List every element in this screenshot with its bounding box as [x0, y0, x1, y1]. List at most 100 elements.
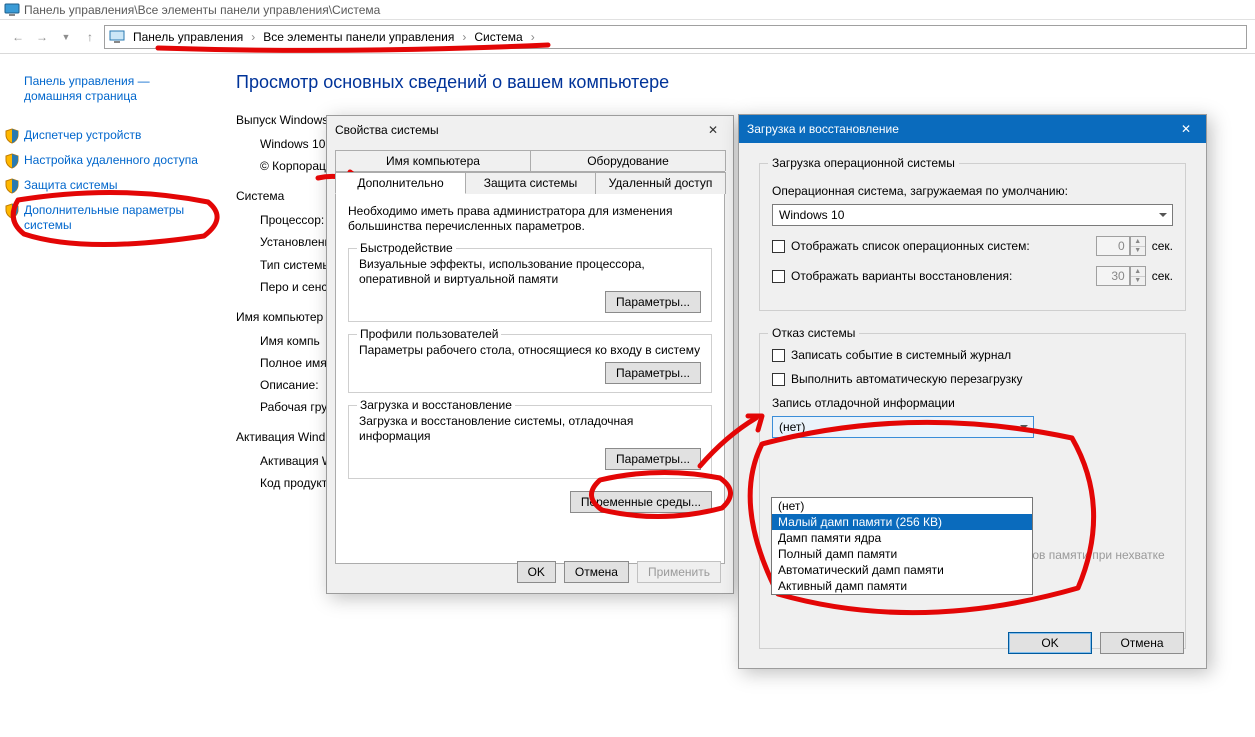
tab-advanced[interactable]: Дополнительно — [335, 172, 466, 194]
sidebar-link-label: Защита системы — [24, 178, 117, 192]
show-os-list-label: Отображать список операционных систем: — [791, 239, 1090, 253]
dialog-buttons: OK Отмена — [1008, 632, 1184, 654]
debug-option[interactable]: Автоматический дамп памяти — [772, 562, 1032, 578]
log-event-checkbox[interactable] — [772, 349, 785, 362]
group-title: Загрузка и восстановление — [357, 398, 515, 412]
profiles-settings-button[interactable]: Параметры... — [605, 362, 701, 384]
performance-group: Быстродействие Визуальные эффекты, испол… — [348, 248, 712, 322]
dialog-titlebar[interactable]: Загрузка и восстановление ✕ — [739, 115, 1206, 143]
tab-remote[interactable]: Удаленный доступ — [595, 172, 726, 194]
group-title: Быстродействие — [357, 241, 456, 255]
debug-option[interactable]: (нет) — [772, 498, 1032, 514]
chevron-right-icon: › — [456, 30, 472, 44]
profiles-group: Профили пользователей Параметры рабочего… — [348, 334, 712, 393]
group-desc: Параметры рабочего стола, относящиеся ко… — [359, 343, 701, 358]
debug-info-dropdown-list[interactable]: (нет)Малый дамп памяти (256 КВ)Дамп памя… — [771, 497, 1033, 595]
os-list-seconds-spinner[interactable]: ▲▼ — [1096, 236, 1146, 256]
nav-forward-icon[interactable]: → — [32, 27, 52, 47]
chevron-right-icon: › — [525, 30, 541, 44]
auto-restart-label: Выполнить автоматическую перезагрузку — [791, 372, 1023, 386]
shield-icon — [4, 178, 20, 194]
dialog-titlebar[interactable]: Свойства системы ✕ — [327, 116, 733, 144]
seconds-suffix: сек. — [1152, 269, 1173, 283]
default-os-select[interactable]: Windows 10 — [772, 204, 1173, 226]
sidebar: Панель управления — домашняя страница Ди… — [0, 54, 214, 737]
group-desc: Загрузка и восстановление системы, отлад… — [359, 414, 701, 444]
tab-computer-name[interactable]: Имя компьютера — [335, 150, 531, 171]
cancel-button[interactable]: Отмена — [1100, 632, 1184, 654]
group-title: Загрузка операционной системы — [768, 156, 959, 170]
failure-group: Отказ системы Записать событие в системн… — [759, 333, 1186, 649]
shield-icon — [4, 153, 20, 169]
close-icon[interactable]: ✕ — [699, 120, 727, 140]
tab-advanced-page: Необходимо иметь права администратора дл… — [335, 194, 725, 564]
debug-info-selected: (нет) — [779, 420, 805, 434]
ok-button[interactable]: OK — [517, 561, 556, 583]
show-os-list-checkbox[interactable] — [772, 240, 785, 253]
shield-icon — [4, 203, 20, 219]
system-properties-dialog: Свойства системы ✕ Имя компьютера Оборуд… — [326, 115, 734, 594]
sidebar-link-advanced[interactable]: Дополнительные параметры системы — [24, 203, 200, 233]
nav-up-icon[interactable]: ↑ — [80, 27, 100, 47]
debug-option[interactable]: Малый дамп памяти (256 КВ) — [772, 514, 1032, 530]
cancel-button[interactable]: Отмена — [564, 561, 629, 583]
recovery-seconds-input[interactable] — [1096, 266, 1130, 286]
tabs-row-top: Имя компьютера Оборудование — [335, 150, 725, 172]
environment-variables-button[interactable]: Переменные среды... — [570, 491, 712, 513]
tab-protection[interactable]: Защита системы — [465, 172, 596, 194]
sidebar-link-label: Дополнительные параметры системы — [24, 203, 184, 232]
recovery-seconds-spinner[interactable]: ▲▼ — [1096, 266, 1146, 286]
spinner-up-icon[interactable]: ▲ — [1131, 237, 1145, 247]
os-list-seconds-input[interactable] — [1096, 236, 1130, 256]
group-desc: Визуальные эффекты, использование процес… — [359, 257, 701, 287]
group-title: Профили пользователей — [357, 327, 501, 341]
crumb-2[interactable]: Система — [472, 30, 524, 44]
spinner-down-icon[interactable]: ▼ — [1131, 277, 1145, 286]
sidebar-link-remote[interactable]: Настройка удаленного доступа — [24, 153, 200, 168]
tabs-row-bottom: Дополнительно Защита системы Удаленный д… — [335, 172, 725, 194]
monitor-icon — [109, 29, 125, 45]
close-icon[interactable]: ✕ — [1172, 119, 1200, 139]
spinner-up-icon[interactable]: ▲ — [1131, 267, 1145, 277]
dialog-title-text: Загрузка и восстановление — [747, 122, 899, 136]
startup-settings-button[interactable]: Параметры... — [605, 448, 701, 470]
debug-option[interactable]: Полный дамп памяти — [772, 546, 1032, 562]
dialog-buttons: OK Отмена Применить — [517, 561, 721, 583]
auto-restart-checkbox[interactable] — [772, 373, 785, 386]
ok-button[interactable]: OK — [1008, 632, 1092, 654]
debug-info-label: Запись отладочной информации — [772, 396, 1173, 410]
boot-group: Загрузка операционной системы Операционн… — [759, 163, 1186, 311]
tab-hardware[interactable]: Оборудование — [530, 150, 726, 171]
sidebar-link-label: Диспетчер устройств — [24, 128, 141, 142]
breadcrumb[interactable]: Панель управления › Все элементы панели … — [104, 25, 1247, 49]
admin-note: Необходимо иметь права администратора дл… — [348, 204, 712, 234]
chevron-right-icon: › — [245, 30, 261, 44]
debug-option[interactable]: Активный дамп памяти — [772, 578, 1032, 594]
nav-back-icon[interactable]: ← — [8, 27, 28, 47]
sidebar-link-protection[interactable]: Защита системы — [24, 178, 200, 193]
page-heading: Просмотр основных сведений о вашем компь… — [236, 72, 1255, 93]
crumb-1[interactable]: Все элементы панели управления — [261, 30, 456, 44]
sidebar-link-label: Настройка удаленного доступа — [24, 153, 198, 167]
window-titlebar: Панель управления\Все элементы панели уп… — [0, 0, 1255, 20]
startup-group: Загрузка и восстановление Загрузка и вос… — [348, 405, 712, 479]
dialog-title-text: Свойства системы — [335, 123, 439, 137]
default-os-label: Операционная система, загружаемая по умо… — [772, 184, 1173, 198]
spinner-down-icon[interactable]: ▼ — [1131, 247, 1145, 256]
nav-recent-icon[interactable]: ▼ — [56, 27, 76, 47]
sidebar-link-device-manager[interactable]: Диспетчер устройств — [24, 128, 200, 143]
debug-option[interactable]: Дамп памяти ядра — [772, 530, 1032, 546]
address-bar: ← → ▼ ↑ Панель управления › Все элементы… — [0, 20, 1255, 54]
show-recovery-label: Отображать варианты восстановления: — [791, 269, 1090, 283]
apply-button[interactable]: Применить — [637, 561, 721, 583]
window-title-text: Панель управления\Все элементы панели уп… — [24, 3, 380, 17]
performance-settings-button[interactable]: Параметры... — [605, 291, 701, 313]
sidebar-home-link[interactable]: Панель управления — домашняя страница — [24, 74, 200, 104]
show-recovery-checkbox[interactable] — [772, 270, 785, 283]
log-event-label: Записать событие в системный журнал — [791, 348, 1011, 362]
system-icon — [4, 2, 20, 18]
startup-recovery-dialog: Загрузка и восстановление ✕ Загрузка опе… — [738, 114, 1207, 669]
debug-info-select[interactable]: (нет) — [772, 416, 1034, 438]
group-title: Отказ системы — [768, 326, 859, 340]
crumb-0[interactable]: Панель управления — [131, 30, 245, 44]
